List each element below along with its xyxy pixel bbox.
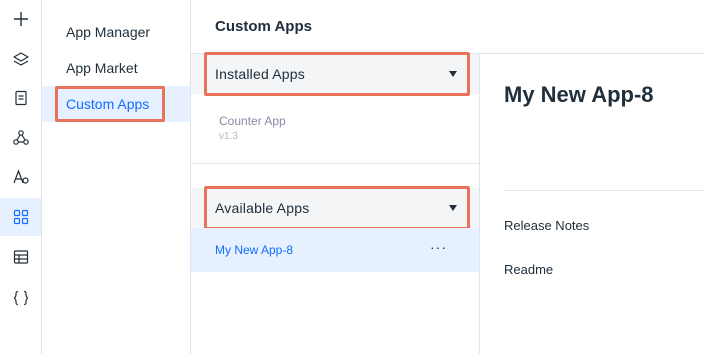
app-title: My New App-8 xyxy=(504,82,654,107)
available-apps-label: Available Apps xyxy=(215,200,310,216)
icon-rail xyxy=(0,0,42,354)
detail-divider xyxy=(504,190,704,191)
apps-list-panel: Installed Apps Counter App v1.3 Availabl… xyxy=(191,52,480,354)
menu-item-label: Custom Apps xyxy=(66,96,150,112)
connections-icon xyxy=(12,130,29,145)
table-icon xyxy=(13,250,28,264)
page-title: Custom Apps xyxy=(191,0,704,54)
code-button[interactable] xyxy=(0,279,41,317)
apps-menu: App Manager App Market Custom Apps xyxy=(42,0,191,354)
available-app-item[interactable]: My New App-8 ··· xyxy=(191,228,479,272)
app-name: Counter App xyxy=(219,114,286,128)
layers-button[interactable] xyxy=(0,40,41,78)
code-braces-icon xyxy=(13,290,28,306)
release-notes-link[interactable]: Release Notes xyxy=(504,218,589,233)
add-button[interactable] xyxy=(0,0,41,38)
tables-button[interactable] xyxy=(0,238,41,276)
fonts-icon xyxy=(12,169,29,184)
app-name: My New App-8 xyxy=(215,243,294,257)
pages-button[interactable] xyxy=(0,79,41,117)
page-icon xyxy=(14,90,27,106)
installed-apps-label: Installed Apps xyxy=(215,66,305,82)
available-apps-dropdown[interactable]: Available Apps xyxy=(191,188,479,228)
layers-icon xyxy=(12,52,29,66)
section-divider xyxy=(191,163,479,164)
app-version: v1.3 xyxy=(219,131,238,142)
menu-item-label: App Market xyxy=(66,60,138,76)
apps-button[interactable] xyxy=(0,198,41,236)
plus-icon xyxy=(13,12,28,26)
menu-item-app-market[interactable]: App Market xyxy=(42,50,190,86)
apps-grid-icon xyxy=(13,209,28,225)
more-actions-icon[interactable]: ··· xyxy=(430,240,447,254)
readme-link[interactable]: Readme xyxy=(504,262,553,277)
caret-down-icon xyxy=(449,71,457,77)
fonts-button[interactable] xyxy=(0,158,41,196)
app-detail-panel: My New App-8 Release Notes Readme xyxy=(480,54,704,354)
menu-item-custom-apps[interactable]: Custom Apps xyxy=(42,86,190,122)
menu-item-app-manager[interactable]: App Manager xyxy=(42,14,190,50)
caret-down-icon xyxy=(449,205,457,211)
installed-apps-dropdown[interactable]: Installed Apps xyxy=(191,54,479,94)
menu-item-label: App Manager xyxy=(66,24,151,40)
installed-app-item[interactable]: Counter App v1.3 xyxy=(219,114,286,142)
connections-button[interactable] xyxy=(0,119,41,157)
